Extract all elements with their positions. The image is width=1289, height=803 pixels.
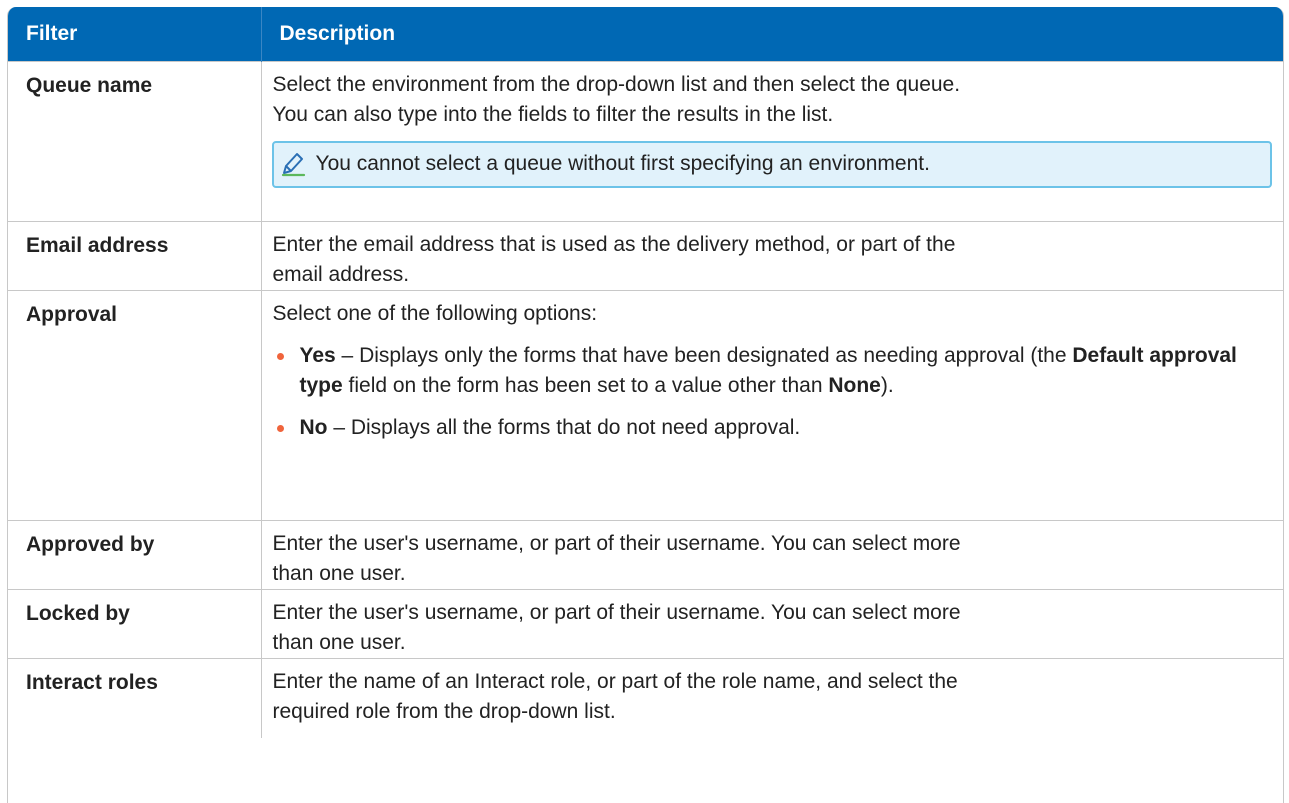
header-filter: Filter — [8, 7, 261, 61]
filter-name-email: Email address — [8, 220, 262, 290]
table-row-locked-by: Locked by Enter the user's username, or … — [8, 588, 1283, 658]
header-description: Description — [260, 7, 1283, 61]
table-row-approved-by: Approved by Enter the user's username, o… — [8, 519, 1283, 589]
description-line: Enter the name of an Interact role, or p… — [272, 669, 958, 693]
description-approved-by: Enter the user's username, or part of th… — [261, 519, 1283, 589]
list-item-yes: Yes – Displays only the forms that have … — [273, 341, 1268, 401]
filter-name-queue: Queue name — [8, 60, 262, 221]
description-interact-roles: Enter the name of an Interact role, or p… — [261, 657, 1283, 738]
description-line: Enter the user's username, or part of th… — [272, 600, 961, 624]
bullet-dot — [276, 424, 284, 432]
list-item-no: No – Displays all the forms that do not … — [273, 413, 1268, 443]
description-line: Select the environment from the drop-dow… — [272, 72, 961, 96]
table-header-row: Filter Description — [8, 7, 1283, 61]
description-approval: Select one of the following options: Yes… — [261, 289, 1283, 520]
approval-options-list: Yes – Displays only the forms that have … — [273, 341, 1268, 443]
table-row-interact-roles: Interact roles Enter the name of an Inte… — [8, 657, 1283, 738]
description-line: Enter the email address that is used as … — [272, 232, 956, 256]
option-text: field on the form has been set to a valu… — [342, 373, 829, 397]
table-row-approval: Approval Select one of the following opt… — [8, 289, 1283, 520]
pencil-icon — [281, 153, 305, 177]
option-text: – Displays only the forms that have been… — [335, 343, 1073, 367]
filters-table-container: Filter Description Queue name Select the… — [7, 7, 1284, 803]
description-line: than one user. — [272, 630, 406, 654]
filters-table: Filter Description Queue name Select the… — [8, 7, 1283, 738]
description-email: Enter the email address that is used as … — [261, 220, 1283, 290]
description-line: required role from the drop-down list. — [272, 699, 616, 723]
table-row-queue-name: Queue name Select the environment from t… — [8, 60, 1283, 221]
option-term: None — [828, 373, 881, 397]
option-term: Yes — [299, 343, 336, 367]
description-intro: Select one of the following options: — [272, 301, 598, 325]
option-term: No — [299, 415, 328, 439]
option-text: – Displays all the forms that do not nee… — [327, 415, 801, 439]
table-row-email-address: Email address Enter the email address th… — [8, 220, 1283, 290]
filter-name-interact-roles: Interact roles — [8, 657, 262, 738]
filter-name-approved-by: Approved by — [8, 519, 262, 589]
description-line: email address. — [272, 262, 410, 286]
description-locked-by: Enter the user's username, or part of th… — [261, 588, 1283, 658]
description-line: than one user. — [272, 561, 406, 585]
description-queue: Select the environment from the drop-dow… — [261, 60, 1283, 221]
filter-name-approval: Approval — [8, 289, 262, 520]
bullet-dot — [276, 352, 284, 360]
filter-name-locked-by: Locked by — [8, 588, 262, 658]
note-callout: You cannot select a queue without first … — [271, 140, 1272, 188]
description-line: You can also type into the fields to fil… — [272, 102, 834, 126]
description-line: Enter the user's username, or part of th… — [272, 531, 961, 555]
option-text: ). — [880, 373, 894, 397]
note-text: You cannot select a queue without first … — [315, 152, 930, 175]
